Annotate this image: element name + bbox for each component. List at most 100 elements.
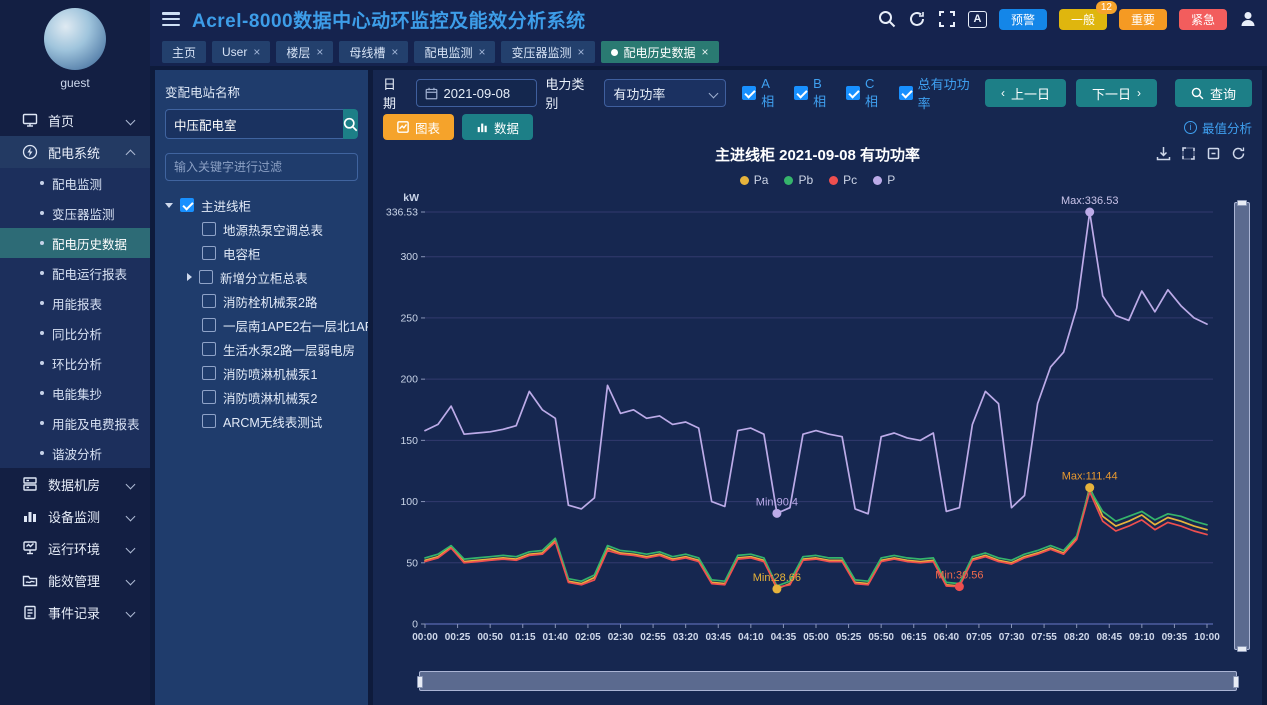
language-icon[interactable]: A: [968, 11, 987, 28]
power-category-select[interactable]: 有功功率: [604, 79, 726, 107]
chart-view-button[interactable]: 图表: [383, 114, 454, 140]
close-icon[interactable]: ×: [702, 45, 709, 59]
tree-node-消防栓机械泵2路[interactable]: 消防栓机械泵2路: [165, 289, 358, 313]
checkbox-unchecked[interactable]: [202, 390, 216, 404]
fullscreen-icon[interactable]: [938, 10, 956, 28]
station-name-input[interactable]: [165, 109, 343, 139]
sidebar-item-数据机房[interactable]: 数据机房: [0, 468, 150, 500]
alarm-button-重要[interactable]: 重要: [1119, 9, 1167, 30]
checkbox-unchecked[interactable]: [202, 366, 216, 380]
sidebar-subitem-配电监测[interactable]: 配电监测: [0, 168, 150, 198]
sidebar-item-运行环境[interactable]: 运行环境: [0, 532, 150, 564]
hslider-right-handle[interactable]: [1233, 676, 1239, 688]
sidebar-subitem-电能集抄[interactable]: 电能集抄: [0, 378, 150, 408]
station-search-button[interactable]: [343, 109, 358, 139]
sidebar-subitem-配电历史数据[interactable]: 配电历史数据: [0, 228, 150, 258]
tab-母线槽[interactable]: 母线槽×: [339, 41, 408, 63]
legend-item-Pa[interactable]: Pa: [740, 173, 769, 187]
close-icon[interactable]: ×: [316, 45, 323, 59]
vertical-datazoom-slider[interactable]: [1234, 202, 1250, 650]
tree-node-一层南1APE2右一层北1APE1左[interactable]: 一层南1APE2右一层北1APE1左: [165, 313, 358, 337]
zoom-select-icon[interactable]: [1181, 146, 1196, 161]
restore-icon[interactable]: [1231, 146, 1246, 161]
sidebar-subitem-同比分析[interactable]: 同比分析: [0, 318, 150, 348]
search-icon[interactable]: [878, 10, 896, 28]
close-icon[interactable]: ×: [253, 45, 260, 59]
max-analysis-link[interactable]: i 最值分析: [1184, 118, 1252, 137]
tree-node-新增分立柜总表[interactable]: 新增分立柜总表: [165, 265, 358, 289]
alarm-button-一般[interactable]: 一般12: [1059, 9, 1107, 30]
tree-node-地源热泵空调总表[interactable]: 地源热泵空调总表: [165, 217, 358, 241]
close-icon[interactable]: ×: [478, 45, 485, 59]
phase-checkbox-总有功功率[interactable]: 总有功功率: [899, 74, 977, 112]
checkbox-checked[interactable]: [742, 86, 756, 100]
horizontal-datazoom-slider[interactable]: [419, 671, 1237, 691]
date-picker[interactable]: 2021-09-08: [416, 79, 538, 107]
tree-node-主进线柜[interactable]: 主进线柜: [165, 193, 358, 217]
sidebar-subitem-用能报表[interactable]: 用能报表: [0, 288, 150, 318]
checkbox-checked[interactable]: [180, 198, 194, 212]
menu-toggle-icon[interactable]: [162, 12, 180, 26]
legend-item-Pc[interactable]: Pc: [829, 173, 857, 187]
refresh-icon[interactable]: [908, 10, 926, 28]
sidebar-item-事件记录[interactable]: 事件记录: [0, 596, 150, 628]
next-day-button[interactable]: 下一日 ›: [1076, 79, 1157, 107]
sidebar-item-配电系统[interactable]: 配电系统: [0, 136, 150, 168]
tab-楼层[interactable]: 楼层×: [276, 41, 333, 63]
tab-主页[interactable]: 主页: [162, 41, 206, 63]
alarm-button-紧急[interactable]: 紧急: [1179, 9, 1227, 30]
tab-配电监测[interactable]: 配电监测×: [414, 41, 495, 63]
series-line-Pb[interactable]: [425, 489, 1207, 586]
legend-item-Pb[interactable]: Pb: [784, 173, 813, 187]
sidebar-item-设备监测[interactable]: 设备监测: [0, 500, 150, 532]
checkbox-unchecked[interactable]: [202, 318, 216, 332]
tree-node-ARCM无线表测试[interactable]: ARCM无线表测试: [165, 409, 358, 433]
checkbox-checked[interactable]: [794, 86, 808, 100]
series-line-P[interactable]: [425, 212, 1207, 514]
data-view-button[interactable]: 数据: [462, 114, 533, 140]
series-line-Pa[interactable]: [425, 488, 1207, 589]
sidebar-item-能效管理[interactable]: 能效管理: [0, 564, 150, 596]
checkbox-unchecked[interactable]: [202, 342, 216, 356]
sidebar-subitem-环比分析[interactable]: 环比分析: [0, 348, 150, 378]
phase-checkbox-A相[interactable]: A相: [742, 76, 780, 110]
tree-filter-input[interactable]: [165, 153, 358, 181]
checkbox-unchecked[interactable]: [202, 246, 216, 260]
query-button[interactable]: 查询: [1175, 79, 1252, 107]
tree-node-电容柜[interactable]: 电容柜: [165, 241, 358, 265]
phase-checkbox-B相[interactable]: B相: [794, 76, 832, 110]
checkbox-unchecked[interactable]: [199, 270, 213, 284]
user-icon[interactable]: [1239, 10, 1257, 28]
checkbox-unchecked[interactable]: [202, 294, 216, 308]
tree-node-消防喷淋机械泵1[interactable]: 消防喷淋机械泵1: [165, 361, 358, 385]
vslider-top-handle[interactable]: [1237, 200, 1247, 206]
tab-User[interactable]: User×: [212, 41, 270, 63]
download-icon[interactable]: [1156, 146, 1171, 161]
avatar[interactable]: [44, 8, 106, 70]
alarm-button-预警[interactable]: 预警: [999, 9, 1047, 30]
sidebar-subitem-配电运行报表[interactable]: 配电运行报表: [0, 258, 150, 288]
checkbox-unchecked[interactable]: [202, 414, 216, 428]
checkbox-checked[interactable]: [899, 86, 913, 100]
sidebar-subitem-变压器监测[interactable]: 变压器监测: [0, 198, 150, 228]
phase-checkbox-C相[interactable]: C相: [846, 76, 885, 110]
checkbox-checked[interactable]: [846, 86, 860, 100]
zoom-reset-icon[interactable]: [1206, 146, 1221, 161]
close-icon[interactable]: ×: [391, 45, 398, 59]
series-line-Pc[interactable]: [425, 492, 1207, 588]
sidebar-item-首页[interactable]: 首页: [0, 104, 150, 136]
legend-item-P[interactable]: P: [873, 173, 895, 187]
tab-变压器监测[interactable]: 变压器监测×: [501, 41, 594, 63]
caret-right-icon[interactable]: [187, 273, 192, 281]
tab-配电历史数据[interactable]: 配电历史数据×: [601, 41, 719, 63]
sidebar-subitem-谐波分析[interactable]: 谐波分析: [0, 438, 150, 468]
prev-day-button[interactable]: ‹ 上一日: [985, 79, 1066, 107]
close-icon[interactable]: ×: [577, 45, 584, 59]
hslider-left-handle[interactable]: [417, 676, 423, 688]
checkbox-unchecked[interactable]: [202, 222, 216, 236]
vslider-bottom-handle[interactable]: [1237, 646, 1247, 652]
caret-down-icon[interactable]: [165, 203, 173, 208]
tree-node-消防喷淋机械泵2[interactable]: 消防喷淋机械泵2: [165, 385, 358, 409]
tree-node-生活水泵2路一层弱电房[interactable]: 生活水泵2路一层弱电房: [165, 337, 358, 361]
sidebar-subitem-用能及电费报表[interactable]: 用能及电费报表: [0, 408, 150, 438]
